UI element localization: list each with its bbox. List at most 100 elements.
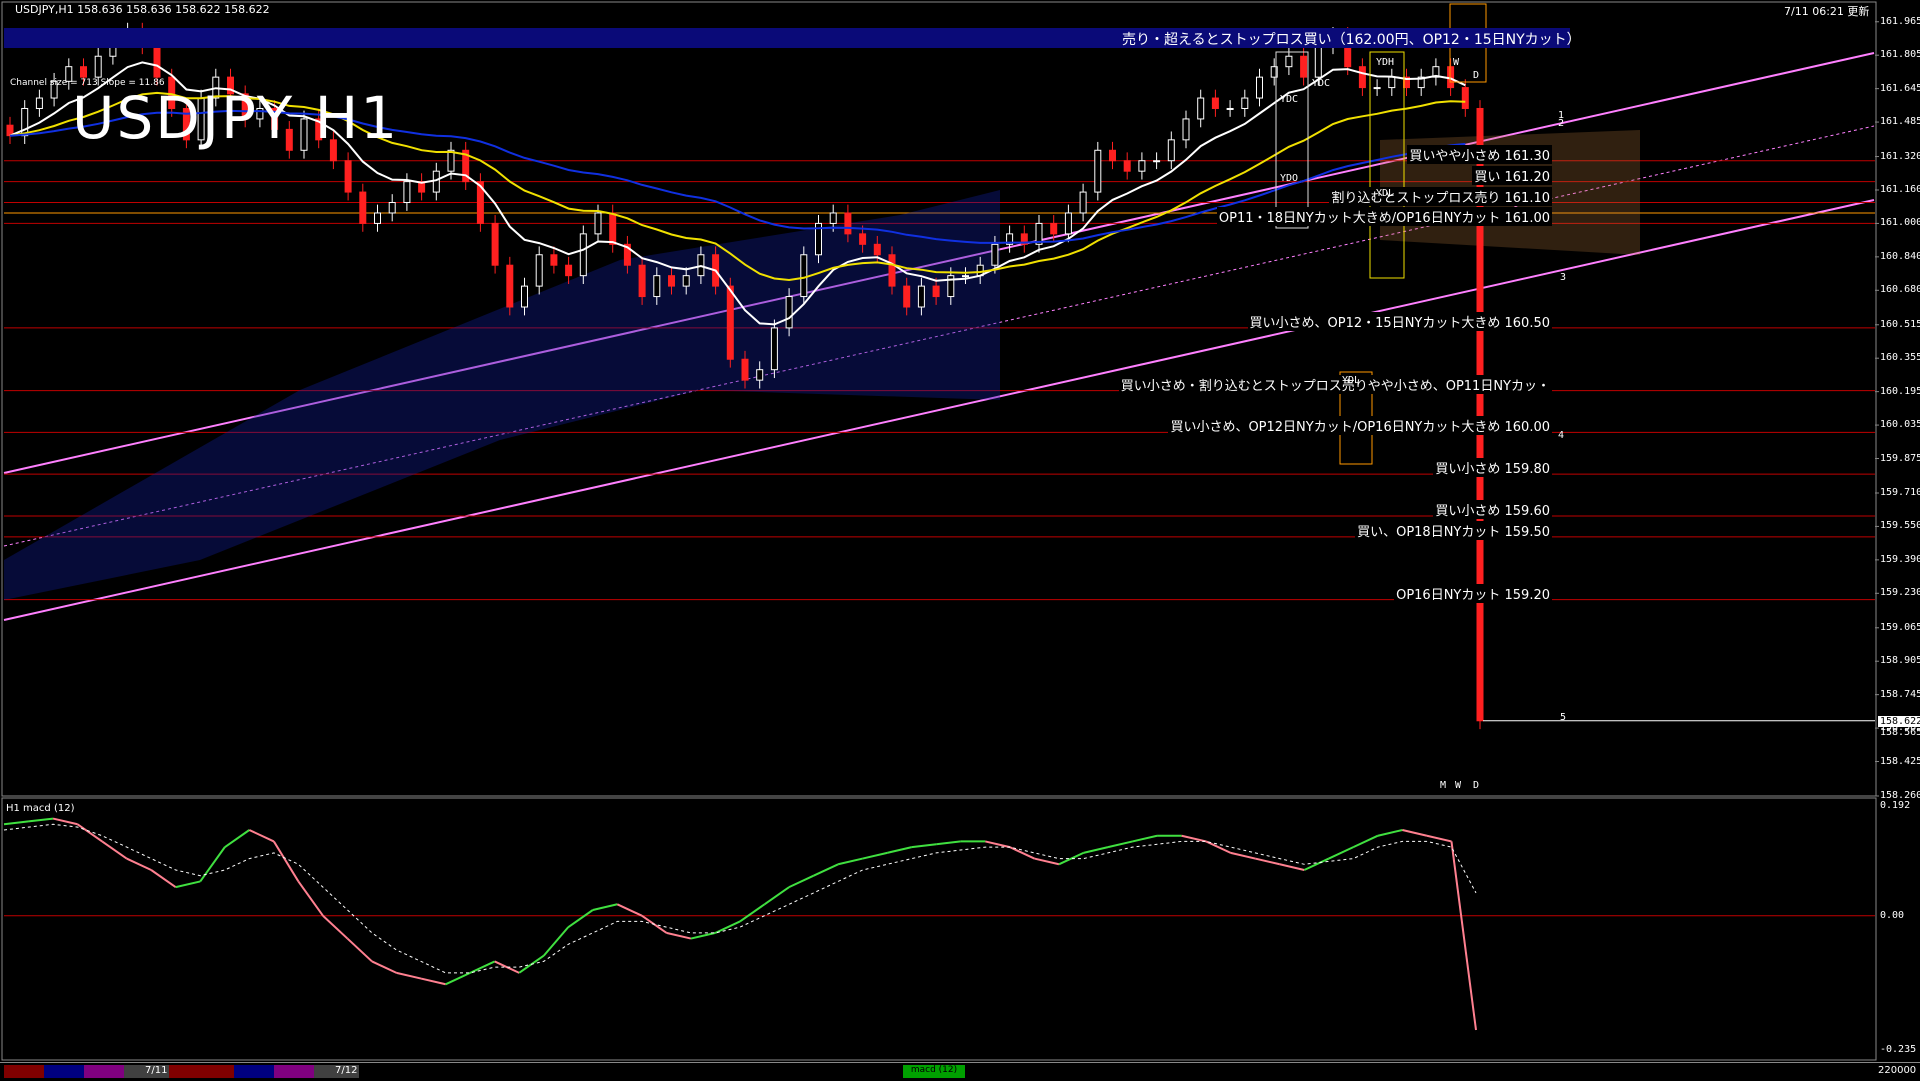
candle-body <box>903 285 911 308</box>
level-label: 買い小さめ・割り込むとストップロス売りやや小さめ、OP11日NYカッ・ <box>1118 374 1552 394</box>
macd-main-seg <box>1279 863 1305 871</box>
macd-main-seg <box>1426 834 1452 843</box>
macd-main-seg <box>175 880 201 889</box>
y-tick-label: 160.840 <box>1880 250 1920 262</box>
candle-body <box>668 275 675 287</box>
candle-body <box>521 285 528 308</box>
candle-body <box>550 254 558 266</box>
candle-body <box>491 222 499 266</box>
candle-body <box>432 170 440 193</box>
d-marker-top: D <box>1473 70 1480 81</box>
indicator-tab[interactable]: macd (12) <box>903 1065 965 1078</box>
candle-body <box>579 233 587 277</box>
macd-main-seg <box>273 840 300 882</box>
ichimoku-cloud <box>4 190 1000 600</box>
macd-main-seg <box>862 851 888 860</box>
level-label: 買いやや小さめ 161.30 <box>1407 144 1552 164</box>
main-chart[interactable] <box>0 0 1920 1080</box>
y-tick-label: 159.710 <box>1880 486 1920 498</box>
candle-body <box>535 254 543 287</box>
date-label-2: 7/12 <box>335 1065 358 1076</box>
date-label-1: 7/11 <box>145 1065 168 1076</box>
update-time: 7/11 06:21 更新 <box>1784 5 1870 18</box>
volume-value: 220000 <box>1878 1065 1917 1076</box>
candle-body <box>506 264 514 308</box>
macd-main-seg <box>1450 841 1477 1031</box>
d-marker: D <box>1473 780 1480 791</box>
macd-main-seg <box>1254 857 1280 866</box>
channel-num-2: 2 <box>1558 118 1565 129</box>
candle-body <box>1211 97 1219 109</box>
y-tick-label: 161.000 <box>1880 217 1920 229</box>
macd-main-seg <box>322 914 349 940</box>
macd-main-seg <box>666 931 692 940</box>
candle-body <box>1197 97 1205 120</box>
candle-body <box>917 285 925 308</box>
candle-body <box>374 212 381 224</box>
y-tick-label: 160.195 <box>1880 385 1920 397</box>
macd-main-seg <box>985 840 1011 849</box>
y-tick-label: 160.355 <box>1880 352 1920 364</box>
second-price-label: 158.565 <box>1880 727 1920 738</box>
y-tick-label: 161.805 <box>1880 49 1920 61</box>
macd-main-seg <box>1181 834 1207 843</box>
candle-body <box>1094 149 1102 193</box>
last-price-tag: 158.622 <box>1878 716 1920 727</box>
sell-banner: 売り・超えるとストップロス買い（162.00円、OP12・15日NYカット） <box>4 28 1581 48</box>
macd-main-seg <box>739 903 766 923</box>
candle-body <box>153 45 161 78</box>
macd-main-seg <box>3 820 29 826</box>
candle-body <box>1226 107 1234 110</box>
macd-main-seg <box>126 857 152 871</box>
candle-body <box>726 285 734 360</box>
candle-body <box>1123 160 1131 172</box>
y-tick-label: 159.550 <box>1880 520 1920 532</box>
candle-body <box>770 327 778 371</box>
candle-body <box>785 296 793 329</box>
channel-num-5: 5 <box>1560 712 1567 723</box>
y-tick-label: 158.425 <box>1880 755 1920 767</box>
session-seg <box>44 1065 84 1078</box>
candle-body <box>1182 118 1190 141</box>
y-tick-label: 161.965 <box>1880 15 1920 27</box>
candle-body <box>1314 45 1322 78</box>
candle-body <box>447 149 455 172</box>
level-label: 買い小さめ 159.60 <box>1433 499 1552 519</box>
candle-body <box>35 97 43 109</box>
macd-main-seg <box>224 829 250 848</box>
macd-main-seg <box>28 817 54 823</box>
macd-main-seg <box>77 823 103 843</box>
y-tick-label: 161.485 <box>1880 116 1920 128</box>
macd-main-seg <box>616 903 643 917</box>
macd-main-seg <box>297 880 324 917</box>
macd-main-seg <box>150 869 177 888</box>
macd-main-seg <box>542 926 570 957</box>
macd-main-seg <box>1377 829 1403 837</box>
macd-main-seg <box>763 886 790 906</box>
macd-main-seg <box>567 909 594 928</box>
candle-body <box>1064 212 1072 235</box>
candle-body <box>1109 149 1116 162</box>
candle-body <box>21 107 29 137</box>
macd-main-seg <box>1230 851 1256 860</box>
w-marker-top: W <box>1453 57 1460 68</box>
macd-main-seg <box>886 846 912 854</box>
macd-main-seg <box>469 960 496 974</box>
candle-body <box>888 254 896 287</box>
candle-body <box>932 285 940 298</box>
candle-body <box>1285 55 1293 68</box>
macd-tick-label: -0.235 <box>1880 1044 1917 1055</box>
macd-main-seg <box>1009 846 1035 860</box>
candle-body <box>1153 160 1161 163</box>
ydl-lower-label: YDL <box>1342 375 1361 386</box>
candle-body <box>800 254 808 298</box>
macd-tick-label: 0.00 <box>1880 909 1905 921</box>
candle-body <box>638 264 646 298</box>
y-tick-label: 160.035 <box>1880 419 1920 431</box>
candle-body <box>344 160 352 193</box>
candle-body <box>1373 87 1381 90</box>
macd-main-seg <box>1083 846 1109 854</box>
ydo-label: YDO <box>1280 173 1299 184</box>
candle-body <box>94 55 102 78</box>
y-tick-label: 159.390 <box>1880 553 1920 565</box>
